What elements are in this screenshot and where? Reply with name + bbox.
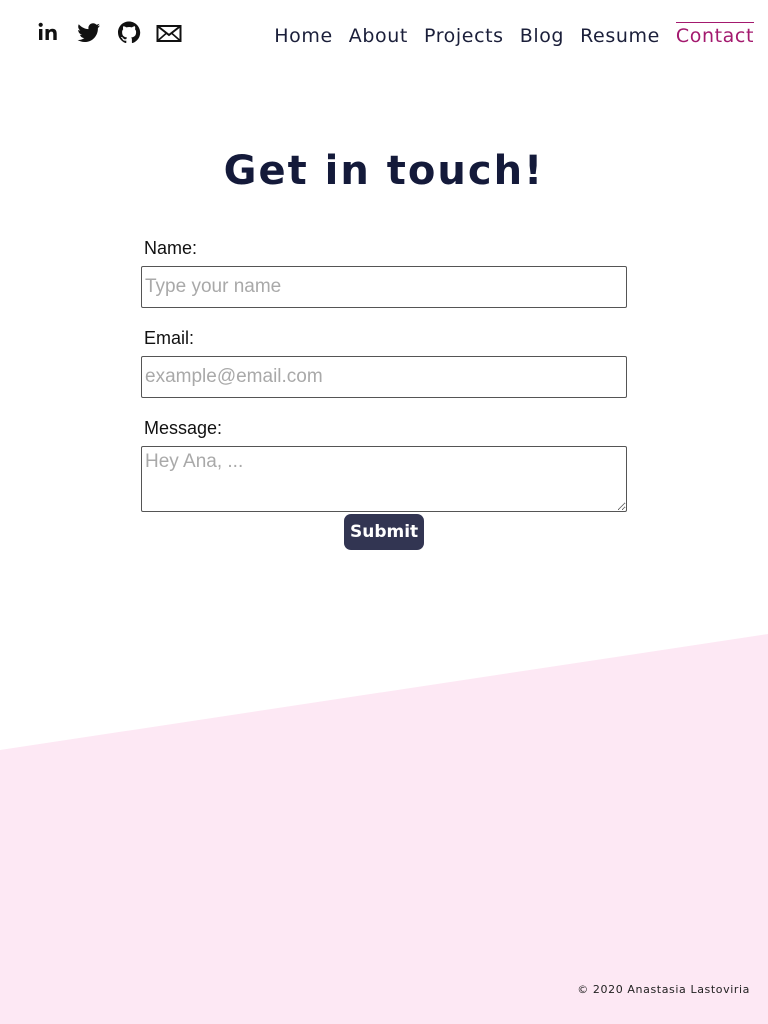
twitter-icon [77,23,100,42]
nav-blog[interactable]: Blog [520,22,564,47]
nav-resume[interactable]: Resume [580,22,660,47]
twitter-link[interactable] [76,18,102,48]
email-input[interactable] [141,356,627,398]
message-label: Message: [144,418,223,438]
email-icon [156,25,182,42]
contact-form: Name: Email: Message: [141,236,627,512]
github-link[interactable] [116,18,142,48]
nav-contact[interactable]: Contact [675,22,754,47]
linkedin-link[interactable] [36,18,62,48]
nav-home[interactable]: Home [274,22,333,47]
linkedin-icon [38,22,57,40]
main-nav: Home About Projects Blog Resume Contact [258,22,754,47]
email-label: Email: [144,328,195,348]
email-link[interactable] [156,18,182,48]
nav-about[interactable]: About [349,22,408,47]
page: Home About Projects Blog Resume Contact … [0,0,768,1024]
name-input[interactable] [141,266,627,308]
submit-button[interactable]: Submit [344,514,424,550]
social-links [36,18,196,48]
github-icon [118,21,141,44]
page-title: Get in touch! [223,148,545,194]
nav-projects[interactable]: Projects [424,22,504,47]
name-label: Name: [144,238,198,258]
copyright-text: © 2020 Anastasia Lastoviria [577,983,750,996]
message-input[interactable] [141,446,627,512]
